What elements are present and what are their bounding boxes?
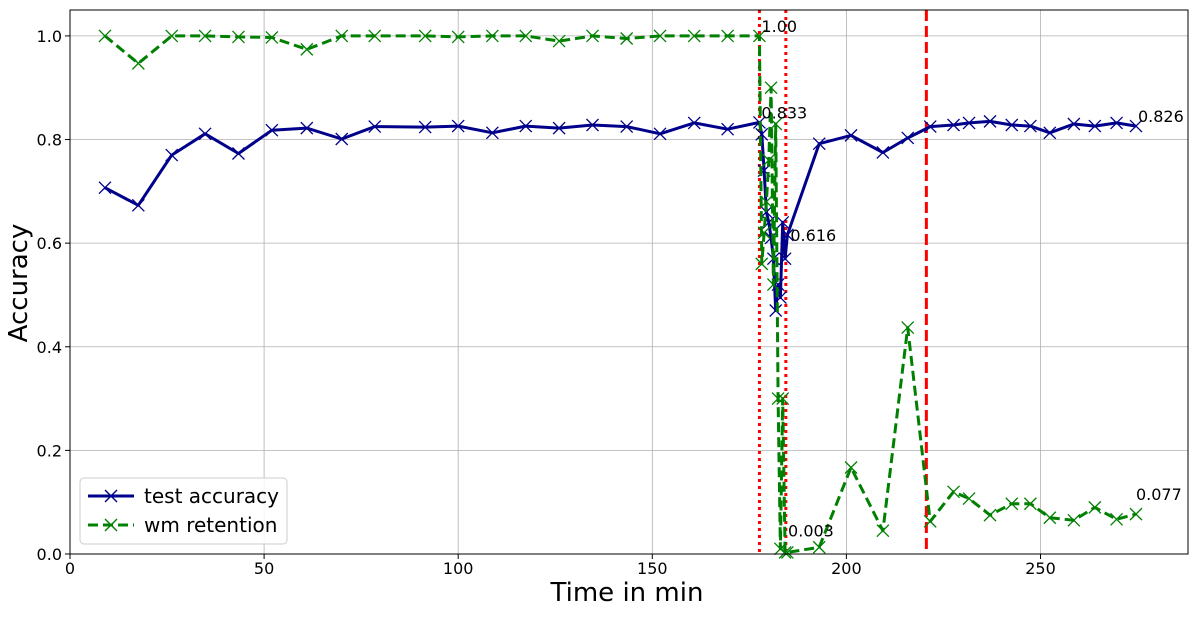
data-annotation: 0.616 [790, 226, 836, 245]
wm-retention-marker [947, 485, 960, 499]
y-tick-label: 0.4 [37, 338, 62, 357]
legend: test accuracy wm retention [79, 477, 288, 545]
y-tick-label: 0.8 [37, 131, 62, 150]
plot-frame [69, 9, 1189, 555]
test-accuracy-marker [98, 181, 112, 195]
y-axis-label: Accuracy [4, 224, 34, 343]
wm-retention-marker [812, 540, 826, 554]
x-tick-label: 200 [831, 559, 862, 578]
x-tick-label: 250 [1025, 559, 1056, 578]
test-accuracy-marker [198, 127, 212, 141]
x-tick-label: 150 [637, 559, 668, 578]
wm-retention-marker [962, 492, 976, 506]
test-accuracy-marker [165, 148, 179, 162]
wm-retention-marker [876, 524, 890, 538]
wm-retention-marker [1088, 500, 1102, 514]
data-annotation: 0.077 [1136, 485, 1182, 504]
legend-label-wm-retention: wm retention [144, 513, 277, 537]
wm-retention-marker [923, 514, 937, 528]
legend-label-test-accuracy: test accuracy [144, 484, 279, 508]
y-tick-label: 0.0 [37, 545, 62, 564]
wm-retention-marker [131, 56, 145, 70]
accuracy-chart: 0 50 100 150 200 250 0.0 0.2 0.4 0.6 0.8 1.0 1.00 0.… [4, 9, 1189, 608]
test-accuracy-marker [876, 146, 890, 159]
y-tick-label: 1.0 [37, 27, 62, 46]
x-tick-label: 100 [443, 559, 474, 578]
wm-retention-marker [844, 461, 858, 474]
data-annotation: 0.826 [1138, 107, 1184, 126]
wm-retention-marker [983, 508, 997, 522]
test-accuracy-line [104, 119, 1137, 312]
data-annotation: 0.003 [788, 521, 834, 540]
grid-layer [69, 10, 1188, 555]
wm-retention-marker [1129, 507, 1143, 521]
y-tick-label: 0.6 [37, 234, 62, 253]
annotation-layer: 1.00 0.833 0.616 0.003 0.826 0.077 [761, 17, 1183, 541]
test-accuracy-marker [131, 198, 145, 212]
data-annotation: 0.833 [761, 103, 807, 122]
x-axis-label: Time in min [550, 578, 704, 608]
test-accuracy-marker [232, 147, 245, 160]
data-annotation: 1.00 [761, 17, 797, 36]
x-tick-label: 0 [65, 559, 75, 578]
x-tick-label: 50 [254, 559, 274, 578]
chart-figure: 0 50 100 150 200 250 0.0 0.2 0.4 0.6 0.8 1.0 1.00 0.… [0, 0, 1196, 613]
y-tick-label: 0.2 [37, 441, 62, 460]
wm-retention-line [103, 34, 1137, 554]
test-accuracy-marker [901, 131, 915, 145]
